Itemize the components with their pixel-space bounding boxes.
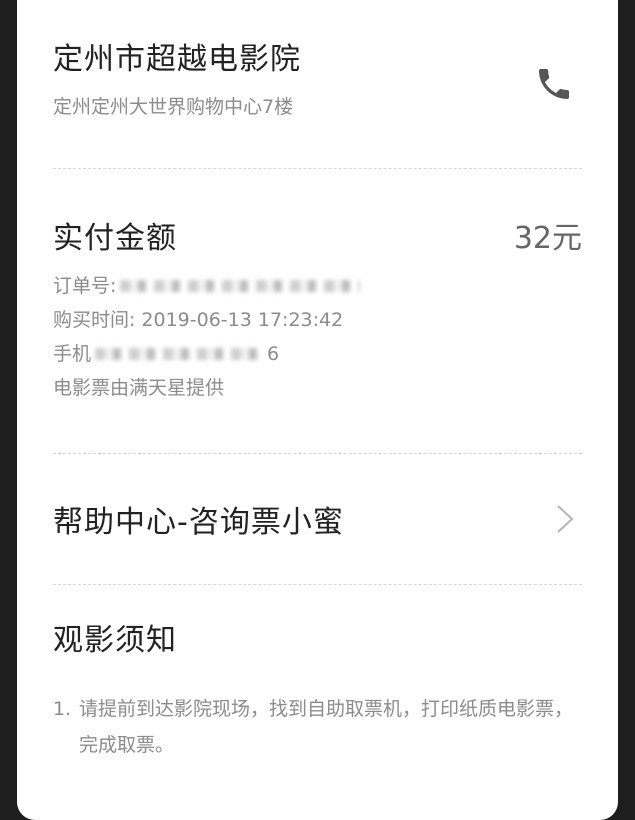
cinema-header: 定州市超越电影院 定州定州大世界购物中心7楼 bbox=[53, 0, 582, 118]
chevron-right-icon bbox=[557, 505, 574, 533]
notice-item-number: 1. bbox=[53, 698, 72, 720]
order-number-line: 订单号: bbox=[53, 269, 582, 303]
purchase-time-label: 购买时间: bbox=[53, 309, 136, 331]
payment-row: 实付金额 32元 bbox=[53, 215, 582, 256]
cinema-name: 定州市超越电影院 bbox=[53, 42, 301, 77]
cinema-address: 定州定州大世界购物中心7楼 bbox=[53, 96, 294, 118]
phone-label: 手机 bbox=[53, 343, 92, 365]
notice-item: 1. 请提前到达影院现场，找到自助取票机，打印纸质电影票，完成取票。 bbox=[53, 691, 582, 763]
notice-list: 1. 请提前到达影院现场，找到自助取票机，打印纸质电影票，完成取票。 bbox=[53, 691, 582, 763]
phone-line: 手机 6 bbox=[53, 337, 582, 371]
provider-text: 电影票由满天星提供 bbox=[53, 377, 225, 399]
redacted-order-number bbox=[120, 280, 361, 292]
help-center-label: 帮助中心-咨询票小蜜 bbox=[53, 505, 344, 540]
redacted-phone-number bbox=[95, 348, 266, 360]
order-info-list: 订单号: 购买时间: 2019-06-13 17:23:42 手机 6 电影票由… bbox=[53, 269, 582, 405]
notice-item-text: 请提前到达影院现场，找到自助取票机，打印纸质电影票，完成取票。 bbox=[79, 698, 574, 756]
notice-section: 观影须知 1. 请提前到达影院现场，找到自助取票机，打印纸质电影票，完成取票。 bbox=[53, 585, 582, 763]
payment-label: 实付金额 bbox=[53, 221, 177, 256]
provider-line: 电影票由满天星提供 bbox=[53, 371, 582, 405]
purchase-time-line: 购买时间: 2019-06-13 17:23:42 bbox=[53, 303, 582, 337]
phone-icon[interactable] bbox=[534, 64, 574, 104]
purchase-time-value: 2019-06-13 17:23:42 bbox=[141, 309, 344, 331]
phone-suffix: 6 bbox=[267, 343, 280, 365]
order-detail-card: 定州市超越电影院 定州定州大世界购物中心7楼 实付金额 32元 订单号: 购买时… bbox=[17, 0, 618, 820]
notice-title: 观影须知 bbox=[53, 623, 177, 658]
help-center-row[interactable]: 帮助中心-咨询票小蜜 bbox=[53, 454, 582, 584]
order-number-label: 订单号: bbox=[53, 275, 117, 297]
payment-section: 实付金额 32元 订单号: 购买时间: 2019-06-13 17:23:42 … bbox=[53, 169, 582, 405]
payment-amount: 32元 bbox=[513, 221, 582, 256]
